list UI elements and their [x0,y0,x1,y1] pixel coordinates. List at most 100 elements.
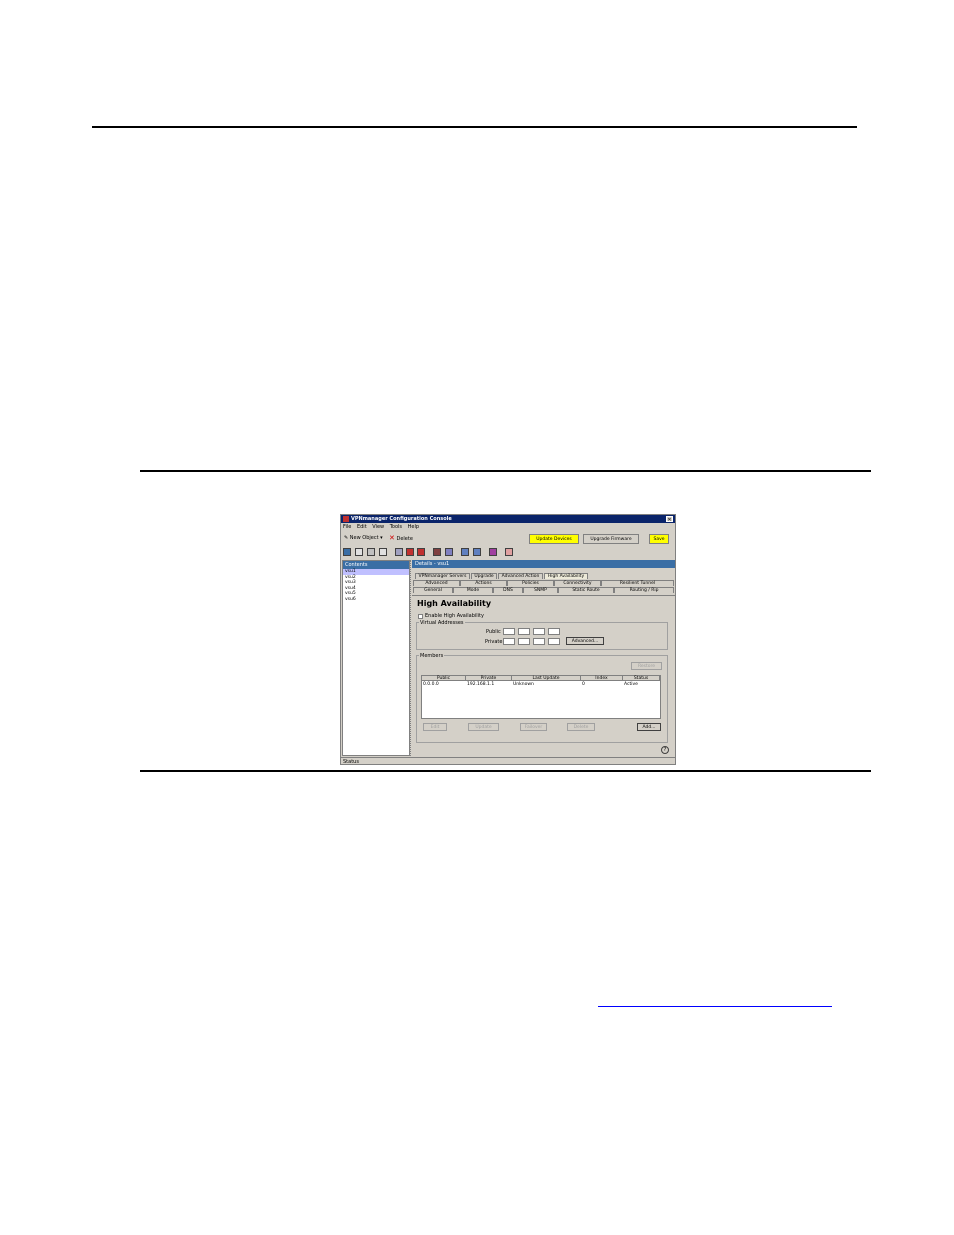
network-icon[interactable] [445,548,453,556]
device-icon[interactable] [367,548,375,556]
public-label: Public [486,629,501,635]
column-header-private[interactable]: Private [466,676,512,681]
chevron-down-icon[interactable]: ▾ [380,535,383,541]
figure-bottom-rule [140,770,871,772]
public-ip-octet-1[interactable] [503,628,515,635]
cell-last-update[interactable]: Unknown [512,682,581,687]
contents-item-vsu6[interactable]: vsu6 [343,597,409,603]
update-devices-button[interactable]: Update Devices [529,534,579,544]
private-ip-octet-1[interactable] [503,638,515,645]
menu-tools[interactable]: Tools [390,524,402,530]
edit-button[interactable]: Edit [423,723,447,731]
restore-button[interactable]: Restore [631,662,662,670]
tab-row-1: VPNmanager Servers Upgrade Advanced Acti… [412,573,675,579]
panel-title: High Availability [417,599,492,608]
new-object-label: New Object [349,535,379,541]
help-icon[interactable]: ? [661,746,669,754]
tab-mode[interactable]: Mode [453,587,493,593]
contents-header: Contents [343,561,409,569]
save-button[interactable]: Save [649,534,669,544]
hyperlink-underline[interactable] [598,1006,832,1007]
title-bar: VPNmanager Configuration Console ✕ [341,515,675,523]
delete-button[interactable]: ✕ Delete [389,535,413,543]
tab-static-route[interactable]: Static Route [558,587,614,593]
menu-bar: File Edit View Tools Help [343,524,423,531]
members-group: Members Restore Public Private Last Upda… [416,653,668,743]
tab-general[interactable]: General [413,587,453,593]
main-toolbar: ✎ New Object ▾ ✕ Delete Update Devices U… [341,532,675,545]
cell-status[interactable]: Active [623,682,660,687]
high-availability-panel: High Availability Enable High Availabili… [412,595,675,757]
members-table: Public Private Last Update Index Status … [421,675,661,719]
delete-icon: ✕ [389,534,395,542]
details-header: Details - vsu1 [412,560,675,568]
menu-file[interactable]: File [343,524,351,530]
delete-label: Delete [396,536,413,542]
window-icon[interactable] [379,548,387,556]
cell-public[interactable]: 0.0.0.0 [422,682,466,687]
window-title: VPNmanager Configuration Console [351,516,452,522]
tunnel-icon[interactable] [461,548,469,556]
tab-actions[interactable]: Actions [460,580,507,586]
advanced-button[interactable]: Advanced... [566,637,604,645]
delete-member-button[interactable]: Delete [567,723,595,731]
tab-dns[interactable]: DNS [493,587,523,593]
private-ip-octet-4[interactable] [548,638,560,645]
status-bar: Status [341,757,675,764]
tab-high-availability[interactable]: High Availability [544,573,588,579]
close-icon[interactable]: ✕ [666,516,673,523]
tab-routing-rip[interactable]: Routing / Rip [614,587,674,593]
folder-icon[interactable] [433,548,441,556]
public-ip-octet-2[interactable] [518,628,530,635]
figure-top-rule [140,470,871,472]
column-header-status[interactable]: Status [623,676,660,681]
cell-index[interactable]: 0 [581,682,623,687]
tab-policies[interactable]: Policies [507,580,554,586]
grid-icon[interactable] [355,548,363,556]
config-console-window: VPNmanager Configuration Console ✕ File … [340,514,676,765]
report-icon[interactable] [473,548,481,556]
menu-edit[interactable]: Edit [357,524,367,530]
column-header-public[interactable]: Public [422,676,466,681]
app-icon [343,516,349,522]
tab-upgrade[interactable]: Upgrade [471,573,497,579]
failover-button[interactable]: Failover [520,723,547,731]
menu-help[interactable]: Help [408,524,419,530]
enable-high-availability-checkbox[interactable] [418,614,423,619]
new-object-icon: ✎ [344,535,349,541]
tab-connectivity[interactable]: Connectivity [554,580,601,586]
view-icon[interactable] [343,548,351,556]
details-pane: Details - vsu1 VPNmanager Servers Upgrad… [412,560,675,757]
icon-toolbar [341,547,675,557]
tab-resilient-tunnel[interactable]: Resilient Tunnel [601,580,674,586]
upgrade-firmware-button[interactable]: Upgrade Firmware [583,534,639,544]
tab-row-3: General Mode DNS SNMP Static Route Routi… [412,587,675,593]
private-ip-octet-3[interactable] [533,638,545,645]
tab-advanced[interactable]: Advanced [413,580,460,586]
cell-private[interactable]: 192.168.1.1 [466,682,512,687]
public-ip-octet-4[interactable] [548,628,560,635]
tab-row-2: Advanced Actions Policies Connectivity R… [412,580,675,586]
private-label: Private [485,639,503,645]
column-header-last-update[interactable]: Last Update [512,676,581,681]
certificate-icon[interactable] [489,548,497,556]
menu-view[interactable]: View [372,524,384,530]
add-member-button[interactable]: Add... [637,723,661,731]
update-button[interactable]: Update [468,723,499,731]
new-object-button[interactable]: ✎ New Object ▾ [344,535,383,542]
tab-snmp[interactable]: SNMP [523,587,558,593]
enable-high-availability-label: Enable High Availability [425,613,484,619]
policy-icon[interactable] [417,548,425,556]
virtual-addresses-group: Virtual Addresses Public Private Advance… [416,620,668,650]
virtual-addresses-label: Virtual Addresses [419,620,465,626]
private-ip-octet-2[interactable] [518,638,530,645]
contents-pane: Contents vsu1 vsu2 vsu3 vsu4 vsu5 vsu6 [342,560,410,756]
alert-icon[interactable] [505,548,513,556]
tab-vpnmanager-servers[interactable]: VPNmanager Servers [415,573,470,579]
members-label: Members [419,653,445,659]
public-ip-octet-3[interactable] [533,628,545,635]
user-icon[interactable] [406,548,414,556]
group-icon[interactable] [395,548,403,556]
column-header-index[interactable]: Index [581,676,623,681]
tab-advanced-action[interactable]: Advanced Action [498,573,543,579]
